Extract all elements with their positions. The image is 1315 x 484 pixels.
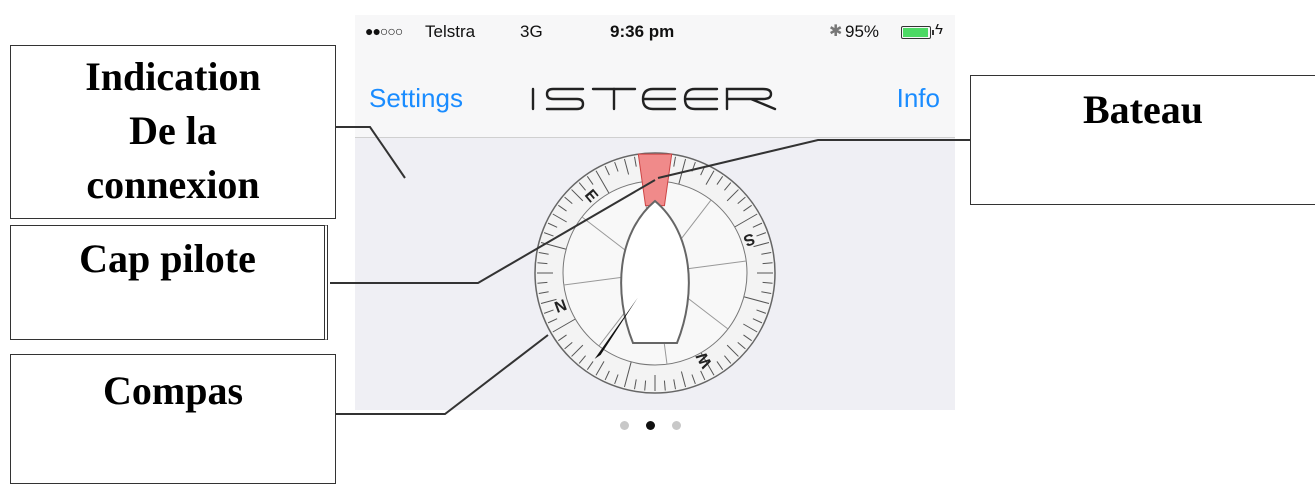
connexion-leader	[336, 126, 406, 179]
compas-leader	[336, 334, 549, 415]
callout-cap-pilote: Cap pilote	[10, 225, 328, 340]
callout-connexion-label: Indication De la connexion	[85, 54, 261, 207]
callout-compas-label: Compas	[102, 368, 244, 413]
bateau-leader	[657, 139, 970, 179]
callout-compas: Compas	[10, 354, 336, 484]
callout-cap-pilote-label: Cap pilote	[79, 236, 256, 281]
callout-bateau-label: Bateau	[1083, 87, 1203, 132]
callout-bateau: Bateau	[970, 75, 1315, 205]
callout-connexion: Indication De la connexion	[10, 45, 336, 219]
cap-pilote-leader	[330, 179, 656, 284]
